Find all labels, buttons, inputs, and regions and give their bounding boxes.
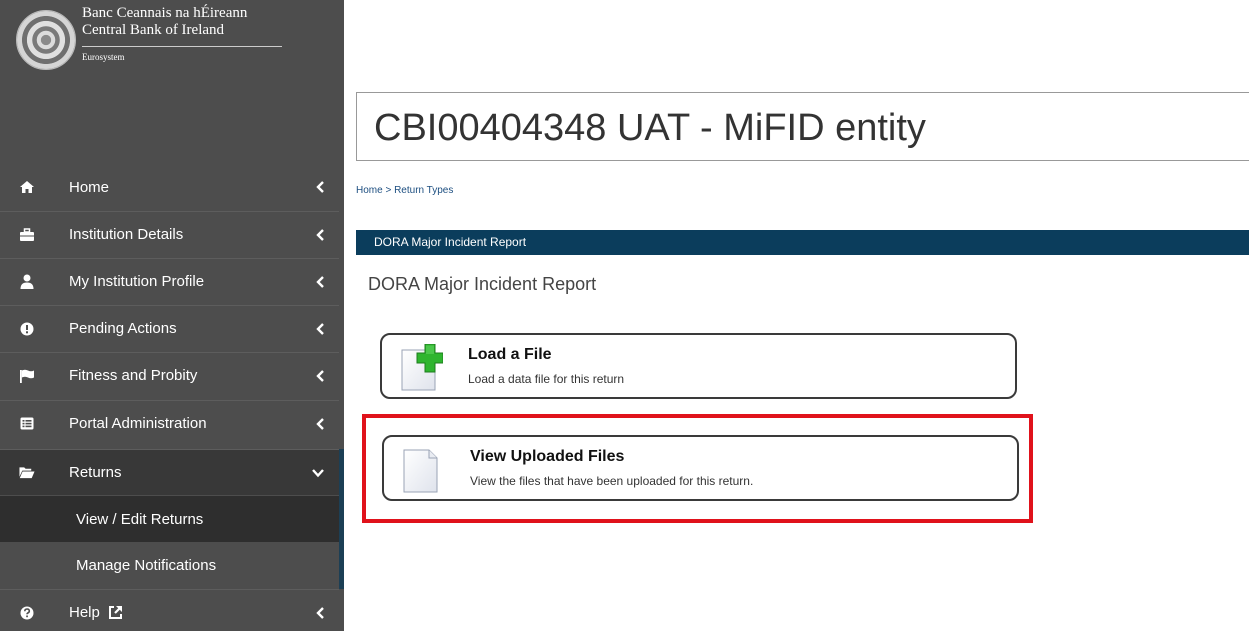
chevron-left-icon [316,181,324,193]
sidebar-item-label: Returns [69,464,122,481]
flag-icon [19,368,35,384]
section-heading: DORA Major Incident Report [368,274,597,294]
logo-irish-name: Banc Ceannais na hÉireann [82,5,248,21]
sidebar-item-my-institution-profile[interactable]: My Institution Profile [0,258,339,304]
card-description: Load a data file for this return [468,372,625,386]
load-file-card[interactable]: Load a File Load a data file for this re… [380,333,1017,399]
central-bank-logo[interactable]: Banc Ceannais na hÉireann Central Bank o… [0,0,344,100]
folder-open-icon [19,465,35,481]
chevron-down-icon [312,468,324,477]
user-icon [19,274,35,290]
sidebar-item-institution-details[interactable]: Institution Details [0,211,339,257]
page-title: CBI00404348 UAT - MiFID entity [374,107,926,149]
sidebar-item-label: Fitness and Probity [69,367,198,384]
list-card-icon [19,416,35,432]
chevron-left-icon [316,322,324,335]
sidebar-subitem-label: View / Edit Returns [76,510,204,528]
question-circle-icon [19,605,35,621]
section-header-bar: DORA Major Incident Report [356,230,1249,255]
sidebar-active-indicator [339,449,344,589]
sidebar-item-label: My Institution Profile [69,273,205,290]
sidebar: Banc Ceannais na hÉireann Central Bank o… [0,0,344,631]
sidebar-item-label: Home [69,178,110,196]
chevron-left-icon [316,228,324,241]
sidebar-item-help[interactable]: Help [0,589,339,635]
chevron-left-icon [316,275,324,288]
logo-english-name: Central Bank of Ireland [82,22,225,38]
document-add-icon [401,344,443,391]
bank-seal-icon [16,10,76,70]
sidebar-item-fitness-and-probity[interactable]: Fitness and Probity [0,352,339,398]
sidebar-item-label: Portal Administration [69,415,207,432]
chevron-left-icon [316,369,324,382]
logo-tagline: Eurosystem [82,52,125,62]
home-icon [19,179,35,195]
page-title-box: CBI00404348 UAT - MiFID entity [356,92,1249,161]
logo-divider [82,46,282,47]
briefcase-icon [19,227,35,243]
sidebar-item-home[interactable]: Home [0,164,339,210]
breadcrumb[interactable]: Home > Return Types [356,185,453,196]
sidebar-item-label: Help [69,604,100,621]
sidebar-item-portal-administration[interactable]: Portal Administration [0,400,339,446]
external-link-icon [109,606,122,619]
sidebar-item-returns[interactable]: Returns [0,449,339,495]
sidebar-item-pending-actions[interactable]: Pending Actions [0,305,339,351]
sidebar-item-label: Institution Details [69,226,184,243]
sidebar-subitem-view-edit-returns[interactable]: View / Edit Returns [0,496,339,542]
sidebar-subitem-label: Manage Notifications [76,556,217,574]
highlight-box [362,414,1033,523]
sidebar-subitem-manage-notifications[interactable]: Manage Notifications [0,542,339,588]
chevron-left-icon [316,606,324,619]
sidebar-item-label: Pending Actions [69,320,177,337]
chevron-left-icon [316,417,324,430]
exclamation-circle-icon [19,321,35,337]
card-title: Load a File [468,346,552,363]
